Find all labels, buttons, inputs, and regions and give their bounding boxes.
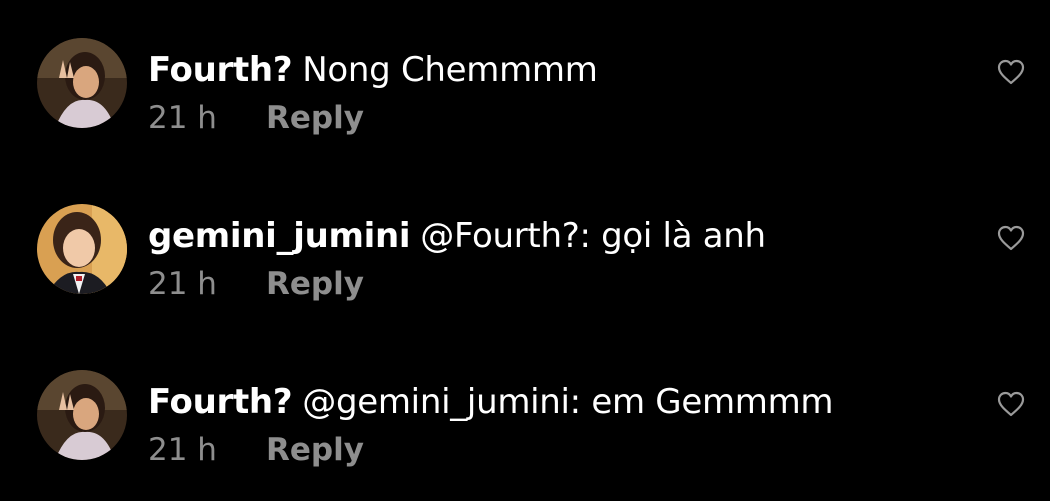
comment-meta: 21 h Reply (148, 432, 364, 468)
comment-text-line: Fourth? @gemini_jumini: em Gemmmm (148, 382, 834, 422)
comment-body: Nong Chemmmm (302, 50, 598, 90)
comment-meta: 21 h Reply (148, 100, 364, 136)
avatar[interactable] (37, 38, 127, 128)
avatar[interactable] (37, 204, 127, 294)
comment-username[interactable]: Fourth? (148, 382, 293, 422)
comment-username[interactable]: gemini_jumini (148, 216, 411, 256)
reply-button[interactable]: Reply (266, 100, 364, 136)
comment-text-line: gemini_jumini @Fourth?: gọi là anh (148, 216, 766, 256)
comment-item: Fourth? @gemini_jumini: em Gemmmm 21 h Rep… (0, 370, 1050, 480)
comment-item: gemini_jumini @Fourth?: gọi là anh 21 h Re… (0, 204, 1050, 314)
comment-text-line: Fourth? Nong Chemmmm (148, 50, 598, 90)
reply-button[interactable]: Reply (266, 432, 364, 468)
heart-outline-icon[interactable] (996, 58, 1026, 86)
heart-outline-icon[interactable] (996, 224, 1026, 252)
comment-timestamp: 21 h (148, 100, 217, 136)
comment-body: @gemini_jumini: em Gemmmm (302, 382, 834, 422)
comment-body: @Fourth?: gọi là anh (420, 216, 766, 256)
heart-outline-icon[interactable] (996, 390, 1026, 418)
avatar[interactable] (37, 370, 127, 460)
comment-timestamp: 21 h (148, 432, 217, 468)
reply-button[interactable]: Reply (266, 266, 364, 302)
comment-item: Fourth? Nong Chemmmm 21 h Reply (0, 38, 1050, 148)
comment-timestamp: 21 h (148, 266, 217, 302)
comment-meta: 21 h Reply (148, 266, 364, 302)
comment-username[interactable]: Fourth? (148, 50, 293, 90)
